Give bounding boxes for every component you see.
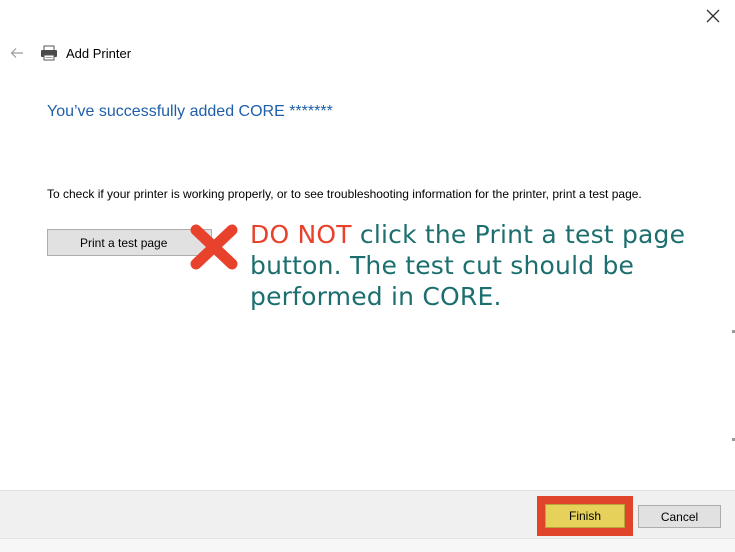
window-title: Add Printer [66,45,132,61]
warning-annotation: DO NOT click the Print a test page butto… [250,219,720,312]
printer-icon [40,44,60,62]
bottom-strip [0,538,735,552]
back-arrow-icon [10,48,23,58]
back-button[interactable] [8,44,26,62]
close-icon [706,9,720,23]
x-mark-icon [190,224,238,270]
close-button[interactable] [699,2,727,30]
instruction-text: To check if your printer is working prop… [47,187,642,201]
cancel-button[interactable]: Cancel [638,505,721,528]
title-bar: Add Printer [8,42,131,64]
finish-button[interactable]: Finish [545,504,625,528]
success-heading: You’ve successfully added CORE ******* [47,103,333,120]
print-test-page-button[interactable]: Print a test page [47,229,212,256]
print-test-page-label: Print a test page [80,236,168,250]
warning-text: DO NOT [250,220,352,249]
